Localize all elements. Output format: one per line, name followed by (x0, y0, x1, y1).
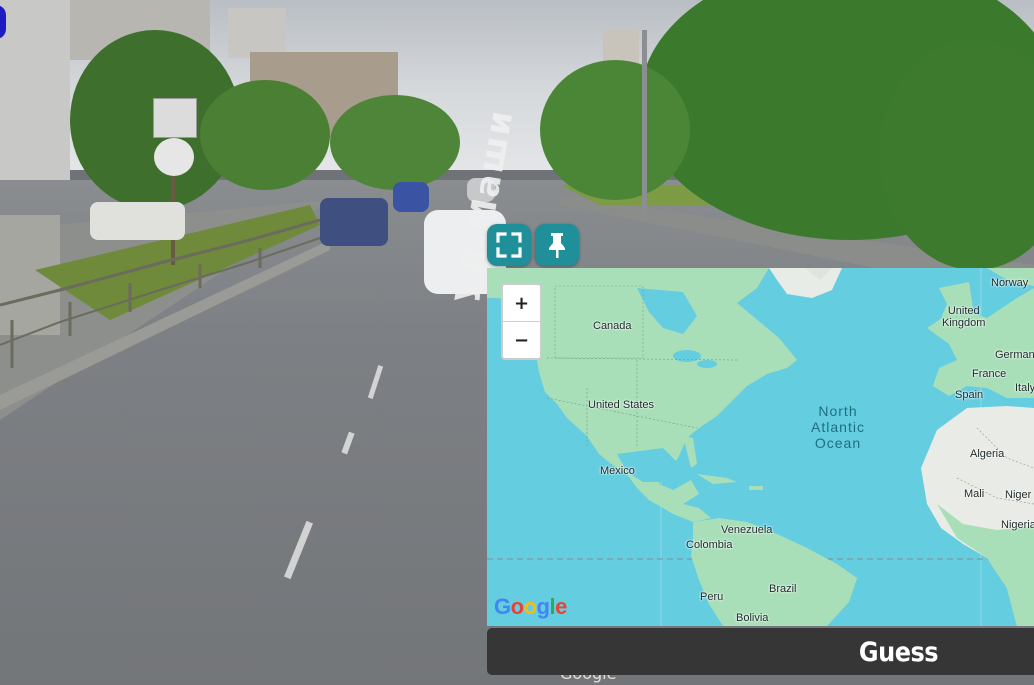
map-label-mali: Mali (964, 488, 985, 500)
guess-map[interactable]: + − Canada United States Mexico Venezuel… (487, 268, 1034, 626)
zoom-control: + − (501, 283, 542, 360)
map-label-north-atlantic-ocean: North Atlantic Ocean (801, 403, 875, 451)
map-label-norway: Norway (991, 277, 1029, 289)
map-label-germany: Germany (995, 349, 1034, 361)
fullscreen-icon (496, 232, 522, 258)
map-label-venezuela: Venezuela (721, 524, 773, 536)
map-label-france: France (972, 368, 1007, 380)
map-label-spain: Spain (955, 389, 984, 401)
map-toolbar (487, 224, 579, 268)
ocean-label-line: Atlantic (811, 419, 865, 435)
pin-map-button[interactable] (535, 224, 579, 266)
zoom-in-button[interactable]: + (503, 285, 540, 321)
map-label-italy: Italy (1015, 382, 1034, 394)
map-label-united-kingdom: United Kingdom (942, 305, 985, 329)
map-label-bolivia: Bolivia (736, 612, 769, 624)
map-label-niger: Niger (1005, 489, 1032, 501)
map-label-brazil: Brazil (769, 583, 797, 595)
google-logo[interactable]: Google (494, 594, 567, 620)
google-logo-letter: g (536, 594, 550, 619)
zoom-out-button[interactable]: − (503, 321, 540, 358)
map-label-colombia: Colombia (686, 539, 733, 551)
map-label-nigeria: Nigeria (1001, 519, 1034, 531)
ocean-label-line: Ocean (814, 435, 862, 451)
guess-button-label: Guess (858, 636, 939, 667)
map-label-united-states: United States (588, 399, 655, 411)
guess-button[interactable]: Guess (487, 628, 1034, 675)
map-label-canada: Canada (593, 320, 632, 332)
google-logo-letter: o (523, 594, 537, 619)
map-label-united-kingdom-line1: United (947, 305, 980, 317)
google-logo-letter: G (494, 594, 511, 619)
google-logo-letter: e (555, 594, 567, 619)
map-label-peru: Peru (700, 591, 724, 603)
map-label-mexico: Mexico (600, 465, 635, 477)
map-label-united-kingdom-line2: Kingdom (942, 317, 986, 329)
map-label-algeria: Algeria (970, 448, 1005, 460)
ocean-label-line: North (818, 403, 858, 419)
fullscreen-button[interactable] (487, 224, 531, 266)
pin-icon (549, 233, 565, 258)
google-logo-letter: o (510, 594, 524, 619)
